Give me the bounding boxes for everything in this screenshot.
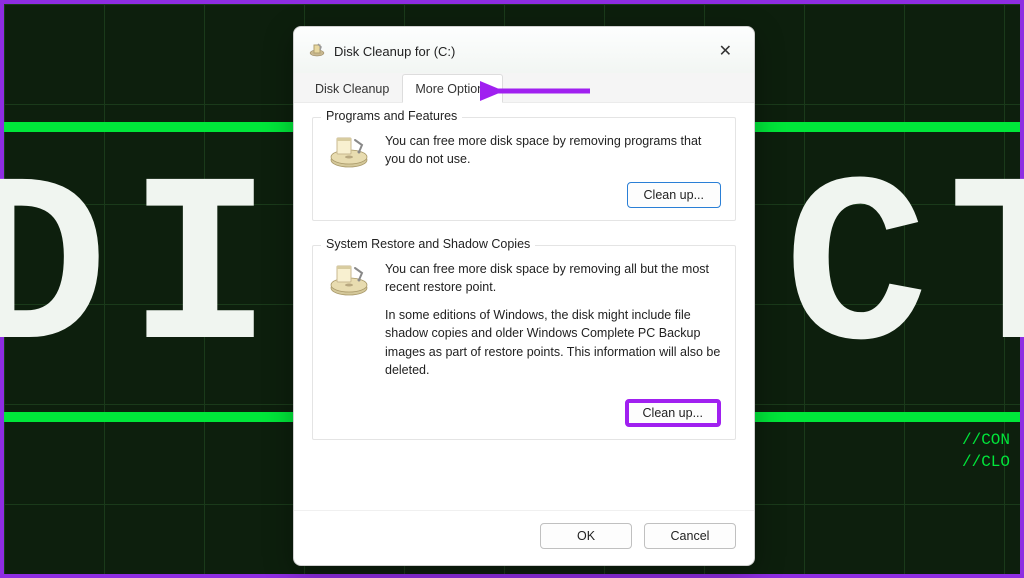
bg-side-line2: //CLO: [962, 451, 1010, 473]
group-restore-title: System Restore and Shadow Copies: [321, 237, 535, 251]
disk-icon: [327, 262, 371, 300]
tab-bar: Disk Cleanup More Options: [294, 73, 754, 103]
bg-side-line1: //CON: [962, 429, 1010, 451]
disk-cleanup-dialog: Disk Cleanup for (C:) ✕ Disk Cleanup Mor…: [293, 26, 755, 566]
restore-text-2: In some editions of Windows, the disk mi…: [385, 306, 721, 379]
dialog-footer: OK Cancel: [294, 510, 754, 565]
cleanup-programs-button[interactable]: Clean up...: [627, 182, 721, 208]
group-restore-text: You can free more disk space by removing…: [385, 260, 721, 389]
group-system-restore: System Restore and Shadow Copies You can…: [312, 245, 736, 440]
dialog-title: Disk Cleanup for (C:): [334, 44, 703, 59]
titlebar: Disk Cleanup for (C:) ✕: [294, 27, 754, 73]
cancel-button[interactable]: Cancel: [644, 523, 736, 549]
restore-text-1: You can free more disk space by removing…: [385, 260, 721, 296]
tab-disk-cleanup[interactable]: Disk Cleanup: [302, 74, 402, 103]
group-programs-features: Programs and Features You can free more …: [312, 117, 736, 221]
disk-icon: [327, 134, 371, 172]
group-programs-text: You can free more disk space by removing…: [385, 132, 721, 168]
disk-cleanup-icon: [308, 42, 326, 60]
ok-button[interactable]: OK: [540, 523, 632, 549]
cleanup-restore-button[interactable]: Clean up...: [625, 399, 721, 427]
close-button[interactable]: ✕: [711, 37, 740, 65]
tab-content: Programs and Features You can free more …: [294, 103, 754, 510]
bg-side-text: //CON //CLO: [962, 429, 1010, 474]
group-programs-title: Programs and Features: [321, 109, 462, 123]
tab-more-options[interactable]: More Options: [402, 74, 503, 103]
